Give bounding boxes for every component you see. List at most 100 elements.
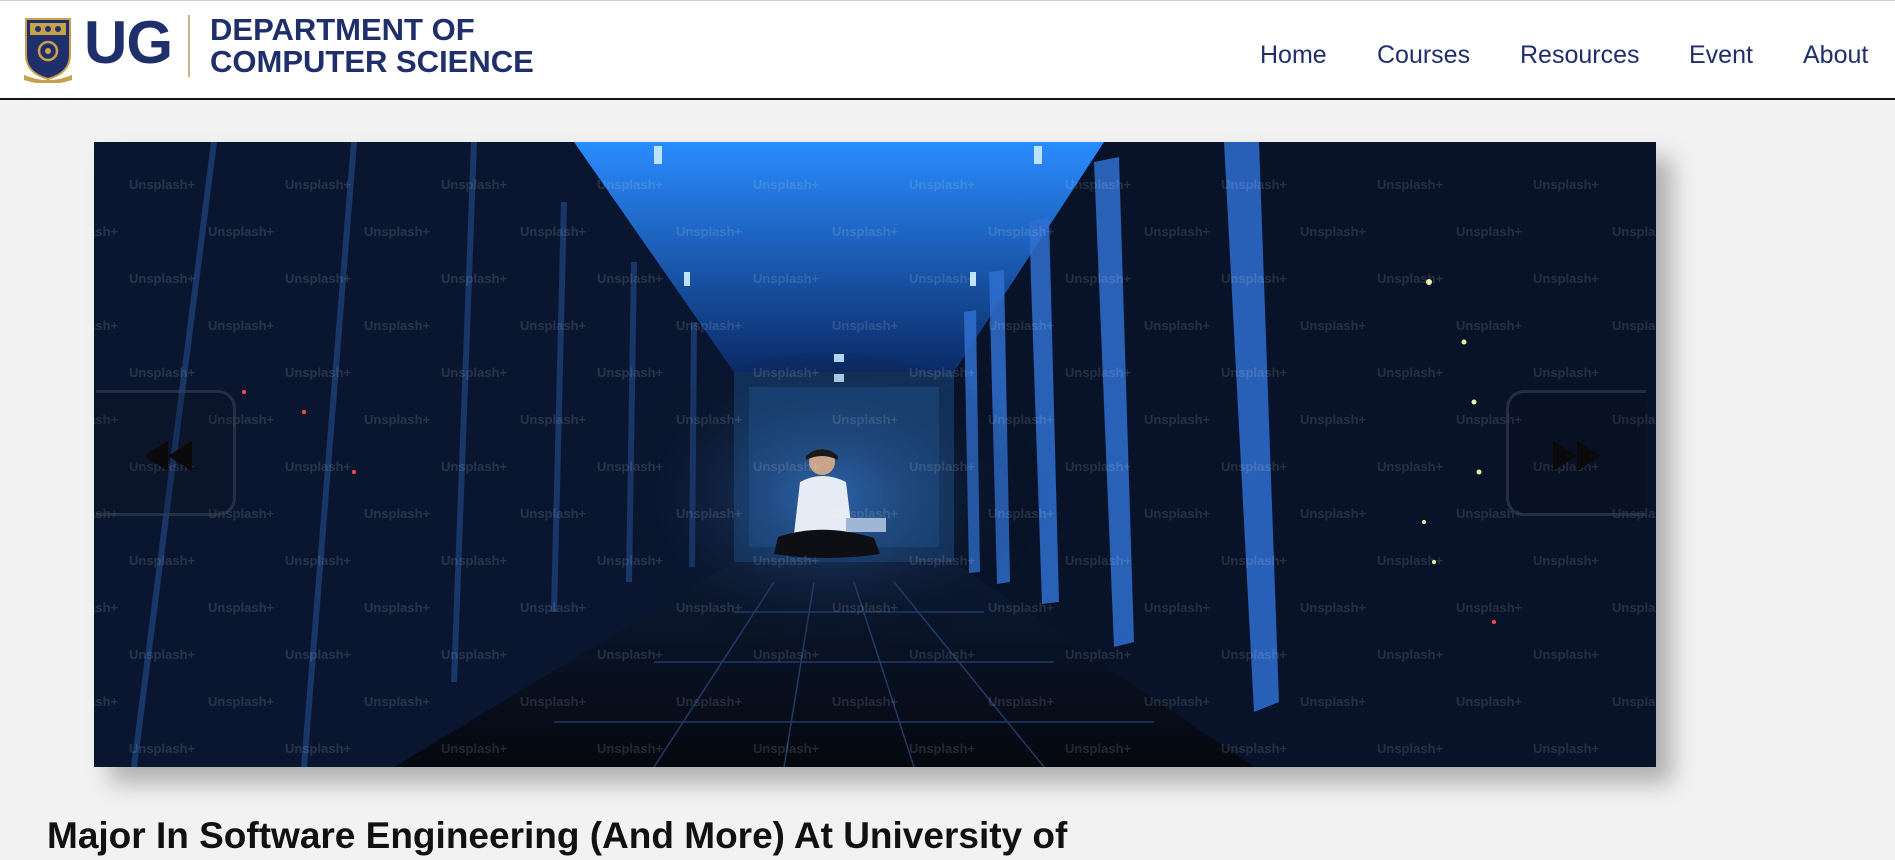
watermark-text: Unsplash+ — [129, 553, 196, 568]
watermark-text: Unsplash+ — [129, 365, 196, 380]
watermark-text: Unsplash+ — [832, 318, 899, 333]
double-chevron-right-icon — [1553, 441, 1601, 471]
watermark-text: Unsplash+ — [520, 694, 587, 709]
watermark-text: Unsplash+ — [832, 694, 899, 709]
watermark-text: Unsplash+ — [285, 365, 352, 380]
nav-home[interactable]: Home — [1260, 39, 1327, 71]
watermark-text: Unsplash+ — [94, 694, 119, 709]
data-center-photo: Unsplash+ Unsplash+ Unsplash+ Unsplash+ Unsp… — [94, 142, 1656, 767]
watermark-text: Unsplash+ — [832, 600, 899, 615]
watermark-text: Unsplash+ — [1144, 694, 1211, 709]
nav-about[interactable]: About — [1803, 39, 1868, 71]
watermark-text: Unsplash+ — [597, 647, 664, 662]
watermark-text: Unsplash+ — [597, 271, 664, 286]
watermark-text: Unsplash+ — [1377, 271, 1444, 286]
article-headline: Major In Software Engineering (And More)… — [47, 815, 1068, 856]
watermark-text: Unsplash+ — [1221, 177, 1288, 192]
watermark-text: Unsplash+ — [1144, 318, 1211, 333]
watermark-text: Unsplash+ — [1377, 741, 1444, 756]
watermark-text: Unsplash+ — [1377, 365, 1444, 380]
watermark-text: Unsplash+ — [909, 741, 976, 756]
watermark-text: Unsplash+ — [1221, 647, 1288, 662]
watermark-text: Unsplash+ — [909, 459, 976, 474]
watermark-text: Unsplash+ — [676, 224, 743, 239]
watermark-text: Unsplash+ — [1456, 224, 1523, 239]
slider-prev-button[interactable] — [96, 390, 236, 516]
watermark-text: Unsplash+ — [832, 506, 899, 521]
watermark-text: Unsplash+ — [597, 553, 664, 568]
watermark-text: Unsplash+ — [988, 694, 1055, 709]
watermark-text: Unsplash+ — [129, 271, 196, 286]
watermark-text: Unsplash+ — [753, 459, 820, 474]
watermark-text: Unsplash+ — [1144, 412, 1211, 427]
watermark-text: Unsplash+ — [94, 600, 119, 615]
watermark-text: Unsplash+ — [520, 412, 587, 427]
watermark-text: Unsplash+ — [676, 600, 743, 615]
watermark-text: Unsplash+ — [753, 177, 820, 192]
watermark-text: Unsplash+ — [988, 224, 1055, 239]
site-header: UG DEPARTMENT OF COMPUTER SCIENCE Home C… — [0, 0, 1895, 100]
watermark-text: Unsplash+ — [1612, 318, 1656, 333]
watermark-text: Unsplash+ — [1300, 412, 1367, 427]
watermark-text: Unsplash+ — [909, 553, 976, 568]
watermark-text: Unsplash+ — [1144, 600, 1211, 615]
nav-event[interactable]: Event — [1689, 39, 1753, 71]
watermark-text: Unsplash+ — [832, 224, 899, 239]
watermark-text: Unsplash+ — [208, 694, 275, 709]
watermark-text: Unsplash+ — [676, 694, 743, 709]
watermark-text: Unsplash+ — [753, 647, 820, 662]
watermark-text: Unsplash+ — [520, 318, 587, 333]
watermark-text: Unsplash+ — [1221, 553, 1288, 568]
watermark-text: Unsplash+ — [676, 506, 743, 521]
watermark-text: Unsplash+ — [441, 647, 508, 662]
watermark-text: Unsplash+ — [364, 506, 431, 521]
watermark-text: Unsplash+ — [1300, 600, 1367, 615]
watermark-text: Unsplash+ — [1065, 365, 1132, 380]
watermark-text: Unsplash+ — [1221, 459, 1288, 474]
watermark-text: Unsplash+ — [129, 741, 196, 756]
watermark-text: Unsplash+ — [285, 459, 352, 474]
watermark-text: Unsplash+ — [520, 600, 587, 615]
watermark-text: Unsplash+ — [1300, 318, 1367, 333]
watermark-text: Unsplash+ — [1144, 506, 1211, 521]
watermark-text: Unsplash+ — [1456, 600, 1523, 615]
watermark-text: Unsplash+ — [1533, 271, 1600, 286]
watermark-text: Unsplash+ — [597, 365, 664, 380]
watermark-text: Unsplash+ — [1144, 224, 1211, 239]
main-nav: Home Courses Resources Event About — [0, 39, 1895, 71]
watermark-text: Unsplash+ — [364, 318, 431, 333]
watermark-text: Unsplash+ — [1377, 647, 1444, 662]
watermark-text: Unsplash+ — [364, 412, 431, 427]
watermark-text: Unsplash+ — [1300, 694, 1367, 709]
watermark-text: Unsplash+ — [129, 647, 196, 662]
slider-next-button[interactable] — [1506, 390, 1646, 516]
watermark-text: Unsplash+ — [94, 318, 119, 333]
watermark-text: Unsplash+ — [1377, 553, 1444, 568]
watermark-text: Unsplash+ — [1065, 177, 1132, 192]
watermark-text: Unsplash+ — [1221, 365, 1288, 380]
watermark-text: Unsplash+ — [285, 177, 352, 192]
watermark-text: Unsplash+ — [285, 553, 352, 568]
watermark-text: Unsplash+ — [909, 271, 976, 286]
watermark-text: Unsplash+ — [1300, 506, 1367, 521]
watermark-text: Unsplash+ — [364, 694, 431, 709]
watermark-text: Unsplash+ — [1377, 177, 1444, 192]
watermark-text: Unsplash+ — [1065, 459, 1132, 474]
watermark-text: Unsplash+ — [597, 741, 664, 756]
watermark-text: Unsplash+ — [988, 412, 1055, 427]
watermark-text: Unsplash+ — [441, 365, 508, 380]
watermark-text: Unsplash+ — [208, 600, 275, 615]
watermark-text: Unsplash+ — [285, 741, 352, 756]
watermark-text: Unsplash+ — [1065, 553, 1132, 568]
watermark-text: Unsplash+ — [520, 224, 587, 239]
watermark-text: Unsplash+ — [441, 177, 508, 192]
watermark-text: Unsplash+ — [676, 412, 743, 427]
watermark-text: Unsplash+ — [1456, 694, 1523, 709]
nav-resources[interactable]: Resources — [1520, 39, 1640, 71]
watermark-text: Unsplash+ — [285, 271, 352, 286]
watermark-text: Unsplash+ — [753, 271, 820, 286]
nav-courses[interactable]: Courses — [1377, 39, 1470, 71]
watermark-text: Unsplash+ — [208, 318, 275, 333]
hero-slider: Unsplash+ Unsplash+ Unsplash+ Unsplash+ Unsp… — [94, 142, 1656, 767]
watermark-text: Unsplash+ — [1533, 365, 1600, 380]
